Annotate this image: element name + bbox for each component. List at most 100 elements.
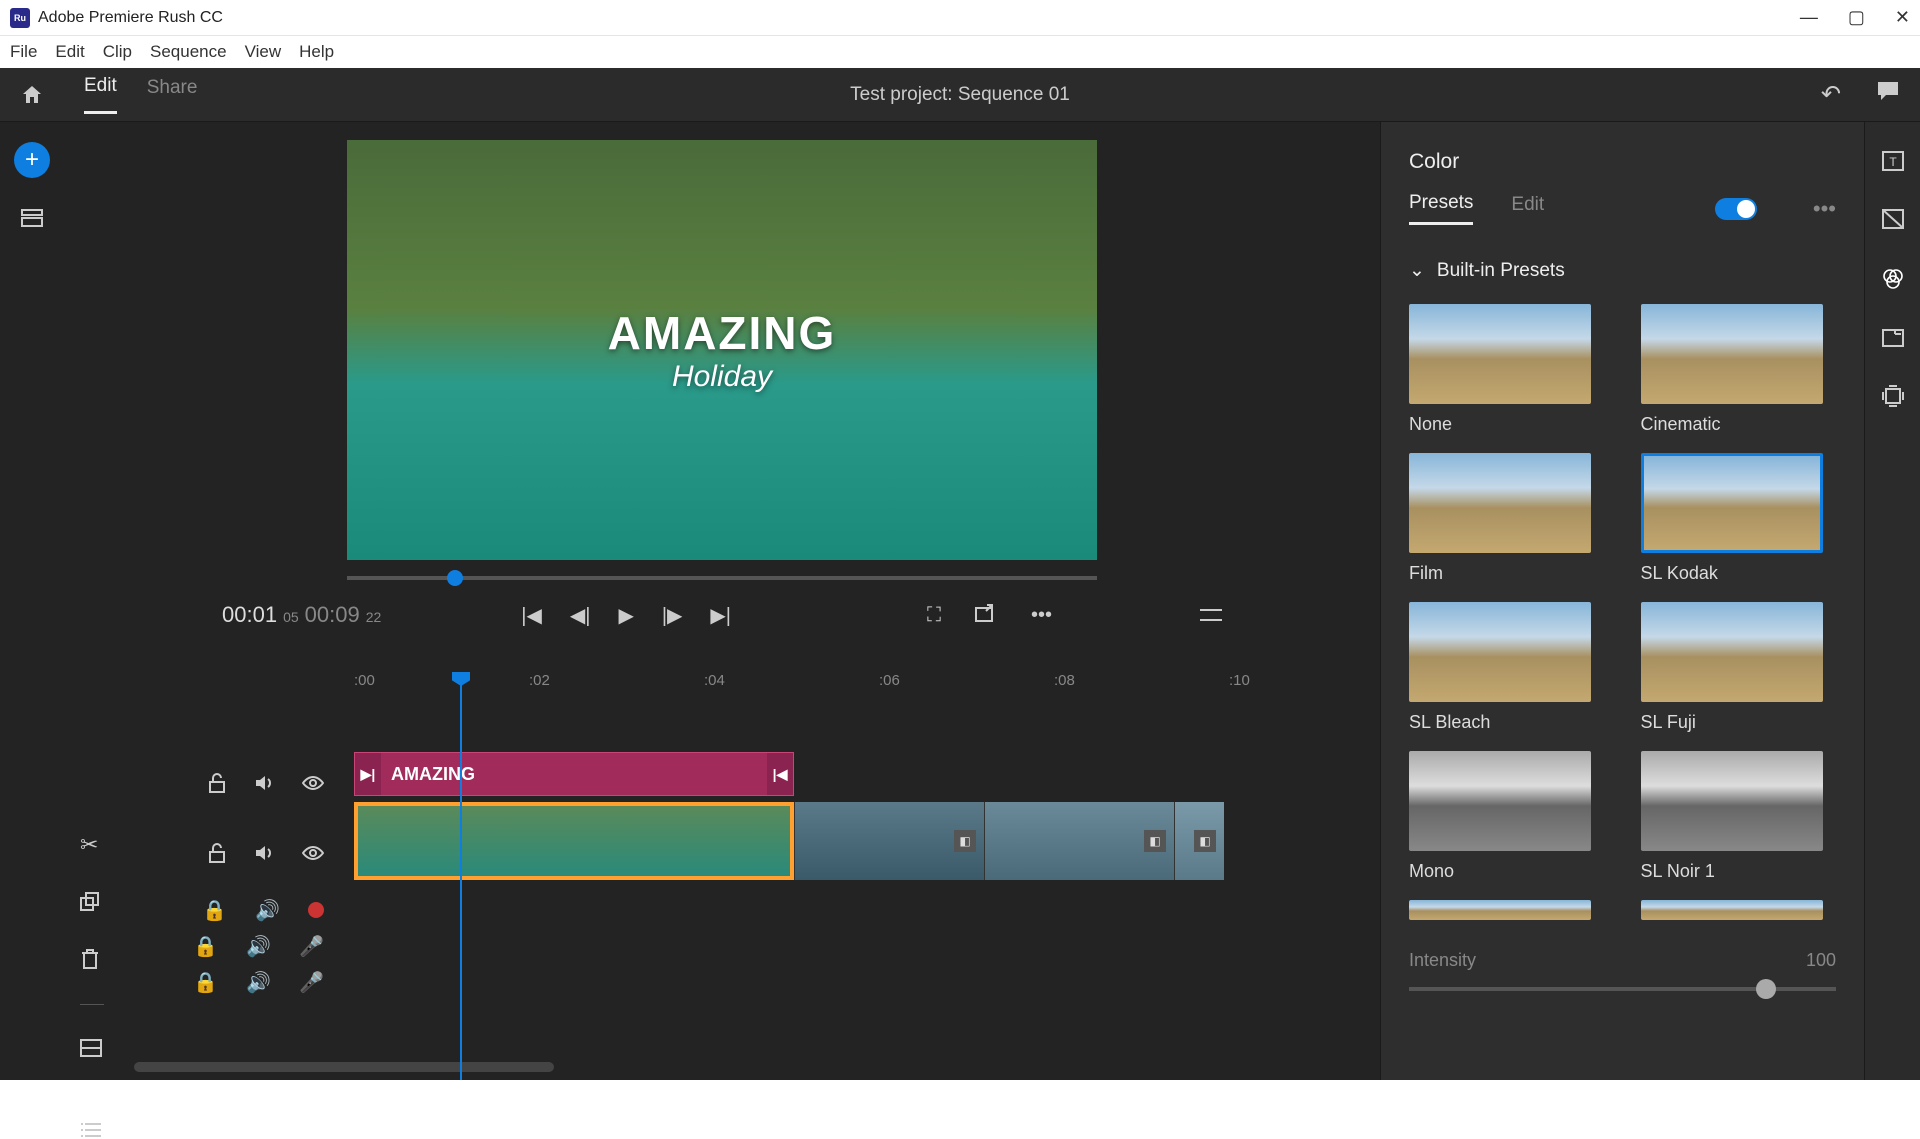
video-clip-2[interactable]: ◧	[794, 802, 984, 880]
preset-sl-noir-1[interactable]: SL Noir 1	[1641, 751, 1837, 882]
lock-icon[interactable]: 🔒	[193, 934, 218, 959]
clip-handle-left[interactable]: ▶|	[355, 753, 381, 795]
preset-more-2[interactable]	[1641, 900, 1837, 920]
close-button[interactable]: ✕	[1895, 7, 1910, 28]
preset-sl-kodak[interactable]: SL Kodak	[1641, 453, 1837, 584]
preset-none[interactable]: None	[1409, 304, 1605, 435]
horizontal-scrollbar[interactable]	[134, 1062, 554, 1072]
panel-more-icon[interactable]: •••	[1813, 196, 1836, 222]
lock-icon[interactable]: 🔒	[193, 970, 218, 995]
undo-icon[interactable]: ↶	[1821, 80, 1841, 109]
transport-controls: 00:01 05 00:09 22 |◀ ◀| ▶ |▶ ▶| ⛶	[222, 602, 1222, 628]
audio-icon[interactable]	[1881, 328, 1905, 348]
mute-icon[interactable]	[254, 844, 274, 862]
overlay-subtitle-text: Holiday	[608, 360, 837, 394]
lock-icon[interactable]	[208, 773, 226, 793]
mic-icon[interactable]: 🎤	[299, 970, 324, 995]
left-sidebar: +	[0, 122, 64, 1080]
menu-sequence[interactable]: Sequence	[150, 42, 227, 62]
mute-icon[interactable]: 🔊	[255, 898, 280, 923]
menu-file[interactable]: File	[10, 42, 37, 62]
video-clip-4[interactable]: ◧	[1174, 802, 1224, 880]
track-settings-icon[interactable]	[80, 1121, 104, 1139]
fullscreen-icon[interactable]: ⛶	[927, 604, 941, 627]
clip-handle-right[interactable]: |◀	[767, 753, 793, 795]
preset-mono[interactable]: Mono	[1409, 751, 1605, 882]
program-monitor[interactable]: AMAZING Holiday	[347, 140, 1097, 560]
color-icon[interactable]	[1880, 266, 1906, 292]
track-1-controls	[64, 752, 354, 814]
mute-icon[interactable]: 🔊	[246, 934, 271, 959]
transition-icon[interactable]: ◧	[1144, 830, 1166, 852]
video-clip-1[interactable]	[354, 802, 794, 880]
mute-icon[interactable]	[254, 774, 274, 792]
duplicate-icon[interactable]	[80, 892, 104, 914]
transform-icon[interactable]	[1881, 384, 1905, 408]
lock-icon[interactable]: 🔒	[202, 898, 227, 923]
tab-presets[interactable]: Presets	[1409, 192, 1473, 225]
playhead[interactable]	[460, 674, 462, 1080]
scissors-icon[interactable]: ✂	[80, 832, 104, 858]
minimize-button[interactable]: —	[1800, 7, 1818, 28]
step-back-icon[interactable]: ◀|	[570, 603, 591, 628]
tab-share[interactable]: Share	[147, 77, 198, 113]
mute-icon[interactable]: 🔊	[246, 970, 271, 995]
preset-film[interactable]: Film	[1409, 453, 1605, 584]
time-ruler[interactable]: :00 :02 :04 :06 :08 :10	[354, 672, 1380, 712]
title-clip[interactable]: ▶| AMAZING |◀	[354, 752, 794, 796]
go-to-start-icon[interactable]: |◀	[521, 603, 542, 628]
menu-view[interactable]: View	[245, 42, 282, 62]
visibility-icon[interactable]	[302, 776, 324, 790]
scrub-bar[interactable]	[347, 576, 1097, 580]
feedback-icon[interactable]	[1876, 80, 1900, 109]
preview-area: AMAZING Holiday 00:01 05 00:09 22 |◀	[64, 122, 1380, 662]
project-title: Test project: Sequence 01	[850, 84, 1070, 106]
menu-edit[interactable]: Edit	[55, 42, 84, 62]
menu-help[interactable]: Help	[299, 42, 334, 62]
add-media-button[interactable]: +	[14, 142, 50, 178]
more-options-icon[interactable]: •••	[1031, 604, 1052, 627]
color-panel: Color Presets Edit ••• ⌄ Built-in Preset…	[1380, 122, 1864, 1080]
color-enabled-toggle[interactable]	[1715, 198, 1757, 220]
top-toolbar: Edit Share Test project: Sequence 01 ↶	[0, 68, 1920, 122]
delete-icon[interactable]	[80, 948, 104, 970]
timeline-canvas[interactable]: :00 :02 :04 :06 :08 :10 ▶| AMAZING |◀	[354, 662, 1380, 1080]
mic-icon[interactable]: 🎤	[299, 934, 324, 959]
export-frame-icon[interactable]	[975, 604, 997, 627]
timeline-options-icon[interactable]	[1200, 607, 1222, 623]
project-panel-icon[interactable]	[20, 208, 44, 228]
audio-track-3-controls: 🔒 🔊 🎤	[64, 964, 354, 1000]
titles-icon[interactable]: T	[1881, 150, 1905, 172]
track-2-controls	[64, 814, 354, 892]
step-forward-icon[interactable]: |▶	[662, 603, 683, 628]
tab-edit[interactable]: Edit	[84, 75, 117, 114]
overlay-title-text: AMAZING	[608, 306, 837, 360]
transitions-icon[interactable]	[1881, 208, 1905, 230]
tab-color-edit[interactable]: Edit	[1511, 194, 1544, 224]
transition-icon[interactable]: ◧	[1194, 830, 1216, 852]
timecode-display: 00:01 05 00:09 22	[222, 602, 381, 628]
play-icon[interactable]: ▶	[618, 603, 633, 628]
menu-bar: File Edit Clip Sequence View Help	[0, 36, 1920, 68]
preset-sl-bleach[interactable]: SL Bleach	[1409, 602, 1605, 733]
maximize-button[interactable]: ▢	[1848, 7, 1865, 28]
video-track: ◧ ◧ ◧	[354, 802, 1224, 880]
lock-icon[interactable]	[208, 843, 226, 863]
window-titlebar: Ru Adobe Premiere Rush CC — ▢ ✕	[0, 0, 1920, 36]
preset-more-1[interactable]	[1409, 900, 1605, 920]
go-to-end-icon[interactable]: ▶|	[710, 603, 731, 628]
intensity-label: Intensity	[1409, 950, 1476, 971]
menu-clip[interactable]: Clip	[103, 42, 132, 62]
expand-tracks-icon[interactable]	[80, 1039, 104, 1057]
record-button[interactable]	[308, 902, 324, 918]
transition-icon[interactable]: ◧	[954, 830, 976, 852]
presets-section-header[interactable]: ⌄ Built-in Presets	[1409, 249, 1836, 292]
scrub-handle[interactable]	[447, 570, 463, 586]
intensity-slider[interactable]	[1409, 987, 1836, 991]
preset-sl-fuji[interactable]: SL Fuji	[1641, 602, 1837, 733]
slider-handle[interactable]	[1756, 979, 1776, 999]
preset-cinematic[interactable]: Cinematic	[1641, 304, 1837, 435]
video-clip-3[interactable]: ◧	[984, 802, 1174, 880]
home-icon[interactable]	[20, 83, 44, 107]
visibility-icon[interactable]	[302, 846, 324, 860]
